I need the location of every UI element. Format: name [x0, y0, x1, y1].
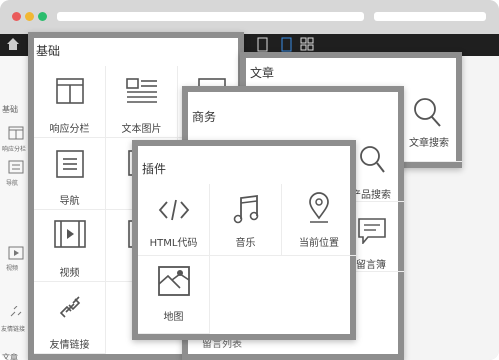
sidebar-label: 友情链接 [1, 326, 26, 333]
maximize-dot[interactable] [38, 12, 47, 21]
plugin-panel: 插件 HTML代码 音乐 当前位置 地图 [132, 140, 356, 340]
music-icon [233, 194, 259, 224]
search-bar[interactable] [374, 12, 486, 21]
plugin-panel-title: 插件 [142, 162, 167, 176]
columns-icon [56, 78, 84, 104]
item-label: 友情链接 [49, 340, 90, 351]
minimize-dot[interactable] [25, 12, 34, 21]
address-bar[interactable] [57, 12, 364, 21]
browser-window: 基础 响应分栏 导航 视频 友情链接 文章 基础 响应分栏 文本图片 导航 视频… [0, 0, 499, 360]
message-icon [358, 218, 386, 244]
video-icon [54, 220, 86, 248]
close-dot[interactable] [12, 12, 21, 21]
sidebar-label: 视频 [6, 265, 19, 272]
sidebar-label: 文章 [2, 353, 18, 360]
music-item[interactable]: 音乐 [210, 184, 282, 256]
nav-icon[interactable] [8, 160, 24, 174]
current-location-item[interactable]: 当前位置 [282, 184, 356, 256]
sidebar-label: 基础 [2, 105, 18, 114]
html-code-item[interactable]: HTML代码 [138, 184, 210, 256]
search-icon [414, 98, 441, 127]
sidebar-label: 响应分栏 [2, 146, 27, 153]
text-image-item[interactable]: 文本图片 [106, 66, 178, 138]
map-item[interactable]: 地图 [138, 256, 210, 334]
link-icon[interactable] [8, 306, 24, 320]
map-icon [158, 266, 190, 296]
home-icon[interactable] [6, 37, 20, 51]
link-icon [59, 296, 81, 318]
nav-item[interactable]: 导航 [34, 138, 106, 210]
location-pin-icon [309, 192, 329, 223]
search-icon [360, 146, 385, 173]
item-label: 当前位置 [299, 238, 339, 249]
video-item[interactable]: 视频 [34, 210, 106, 282]
basic-panel-title: 基础 [36, 44, 61, 58]
item-label: 文章搜索 [409, 138, 449, 149]
friend-link-item[interactable]: 友情链接 [34, 282, 106, 354]
item-label: 地图 [163, 312, 184, 323]
article-search-item[interactable]: 文章搜索 [396, 86, 462, 162]
article-panel-title: 文章 [250, 66, 275, 80]
item-label: 响应分栏 [49, 124, 90, 135]
item-label: HTML代码 [149, 238, 198, 249]
sidebar-label: 导航 [6, 180, 19, 187]
nav-icon [56, 150, 84, 178]
item-label: 文本图片 [121, 124, 162, 135]
item-label: 视频 [59, 268, 80, 279]
business-panel-title: 商务 [192, 110, 217, 124]
columns-icon[interactable] [8, 126, 24, 140]
browser-titlebar [0, 0, 499, 34]
item-label: 音乐 [235, 238, 256, 249]
item-label: 导航 [59, 196, 80, 207]
responsive-columns-item[interactable]: 响应分栏 [34, 66, 106, 138]
video-icon[interactable] [8, 246, 24, 260]
text-image-icon [126, 78, 157, 103]
code-icon [158, 199, 190, 221]
left-sidebar: 基础 响应分栏 导航 视频 友情链接 文章 [0, 56, 31, 360]
